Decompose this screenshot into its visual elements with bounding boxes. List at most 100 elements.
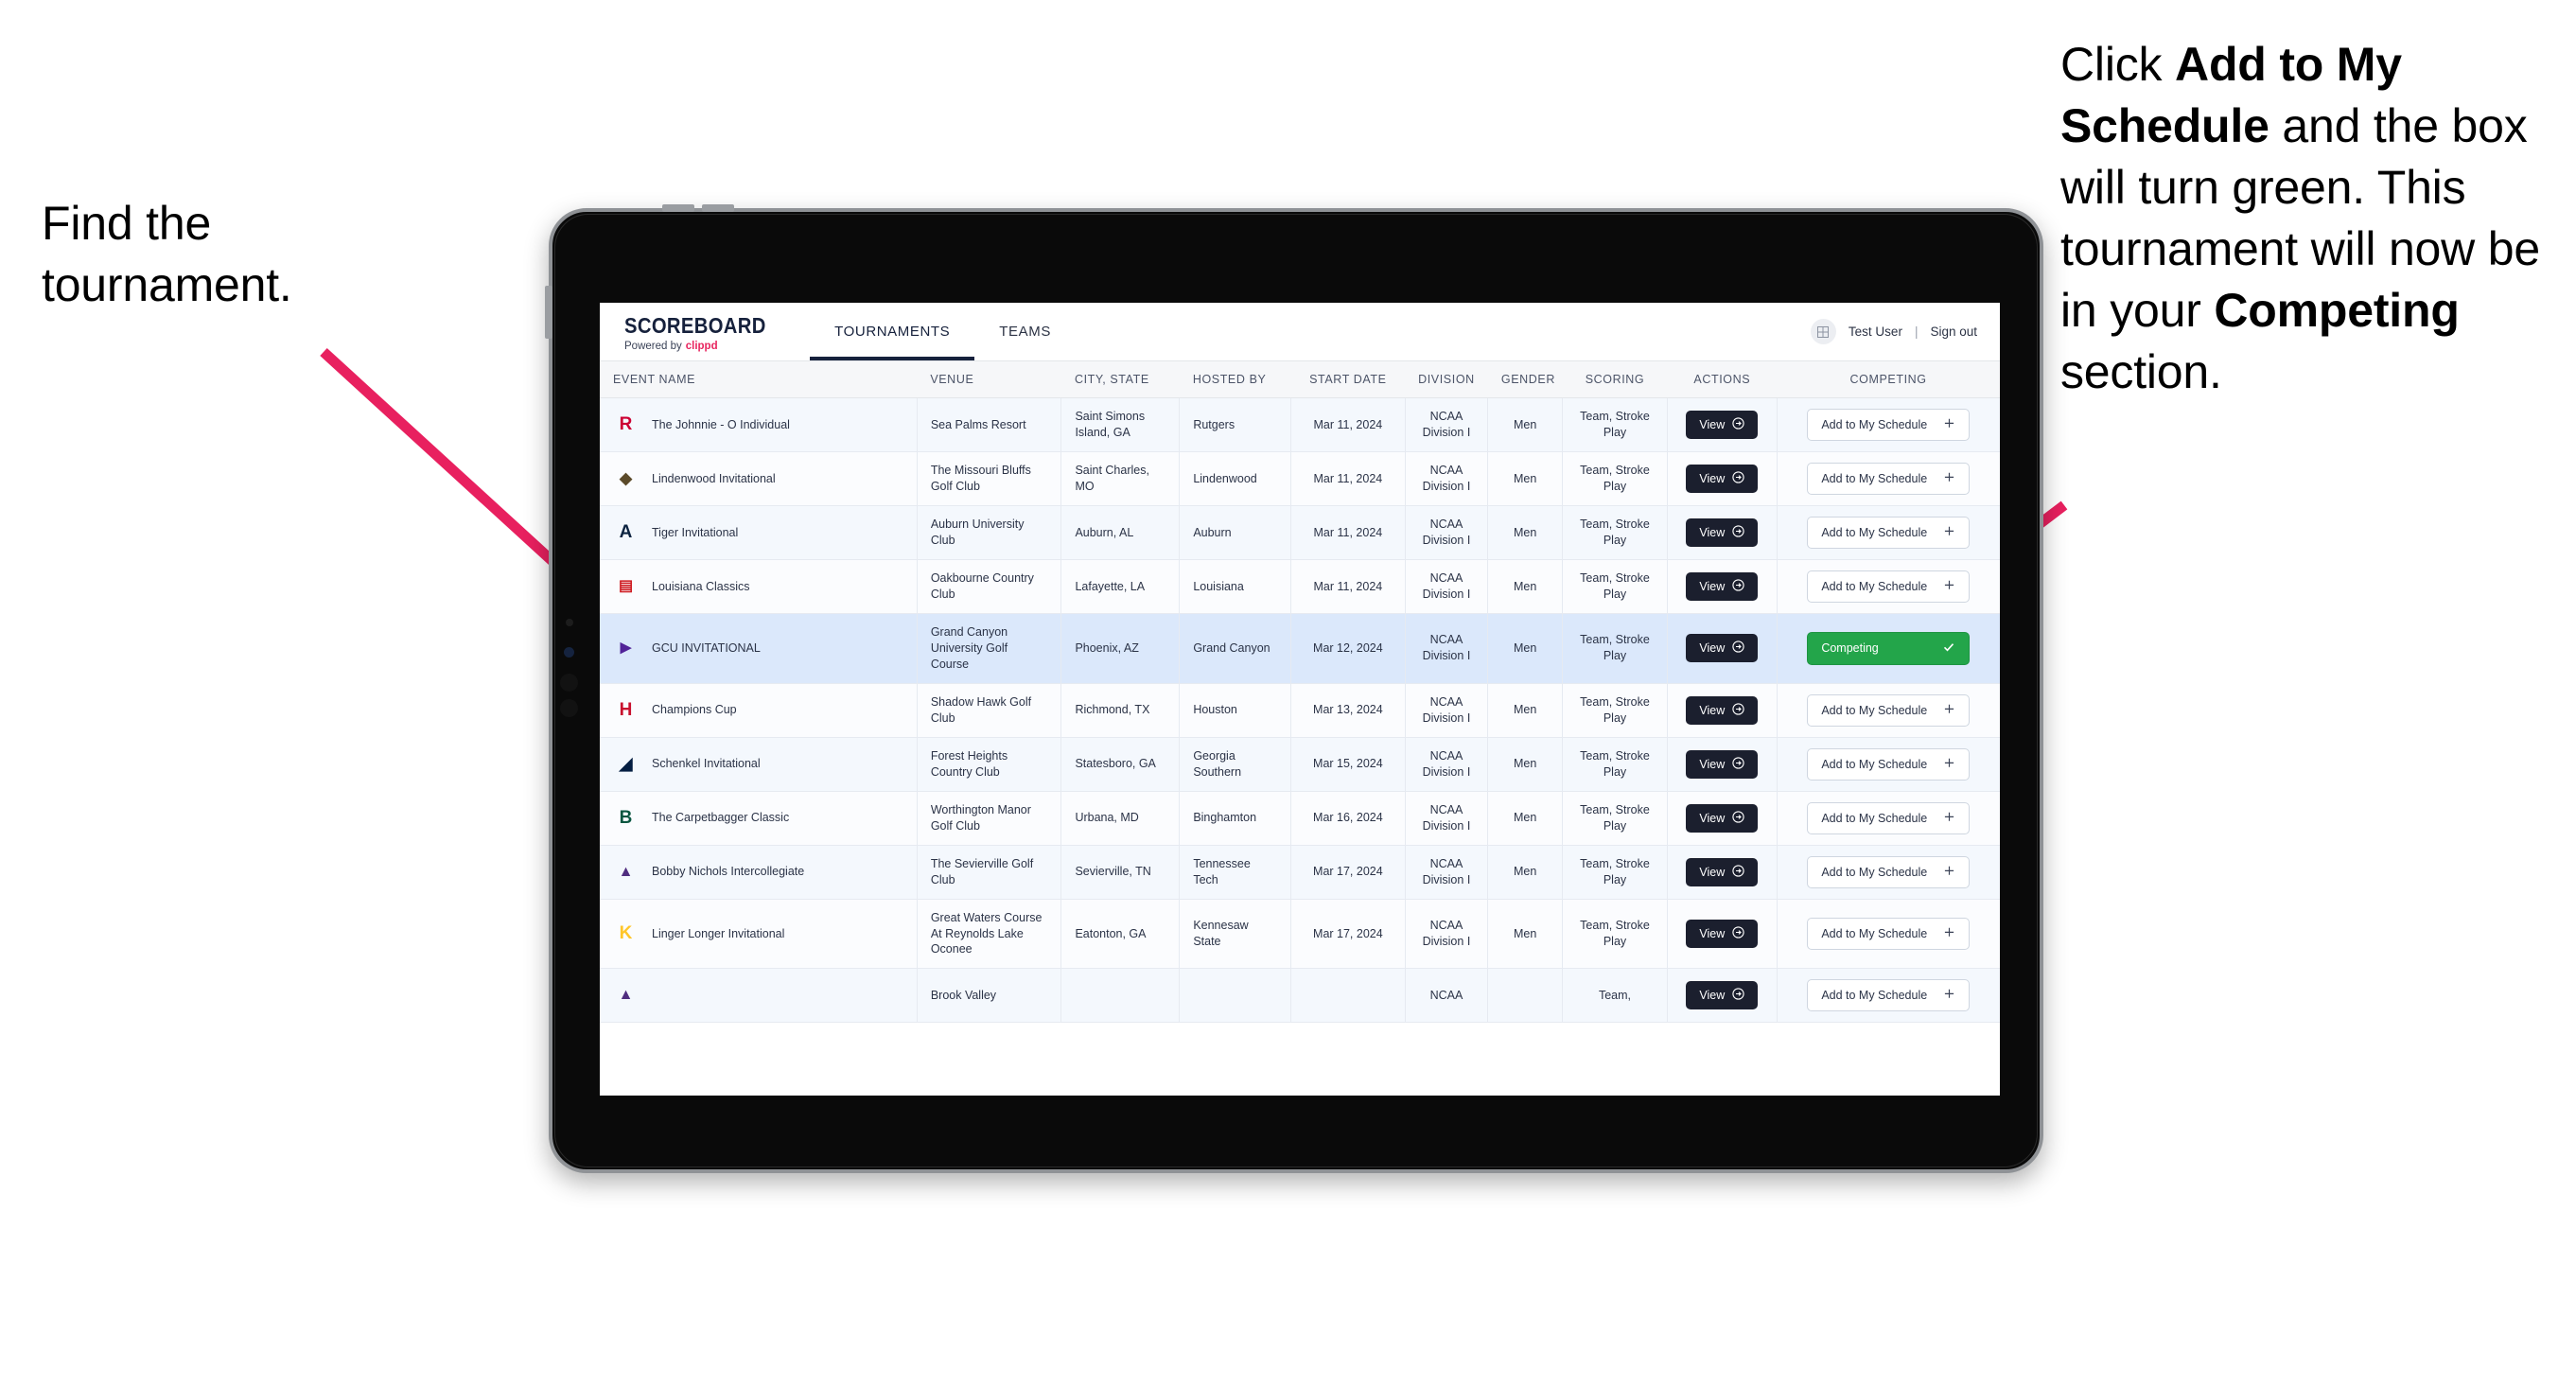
- view-button[interactable]: View: [1686, 749, 1759, 779]
- add-to-my-schedule-button[interactable]: Add to My Schedule: [1807, 979, 1971, 1012]
- cell-venue: The Missouri Bluffs Golf Club: [917, 451, 1062, 506]
- volume-down-button[interactable]: [702, 204, 734, 212]
- cell-actions: View: [1667, 968, 1778, 1024]
- table-row[interactable]: ◆ Lindenwood Invitational The Missouri Blu…: [600, 451, 2000, 506]
- user-menu: Test User | Sign out: [1810, 303, 2000, 360]
- column-header-scoring[interactable]: SCORING: [1562, 361, 1668, 398]
- view-button[interactable]: View: [1686, 803, 1759, 833]
- arrow-right-circle-icon: [1732, 640, 1744, 656]
- cell-actions: View: [1667, 397, 1778, 452]
- cell-division: NCAA Division I: [1405, 559, 1489, 614]
- column-header-actions[interactable]: ACTIONS: [1667, 361, 1778, 398]
- view-button[interactable]: View: [1686, 634, 1759, 663]
- cell-event-name: R The Johnnie - O Individual: [600, 397, 918, 452]
- cell-gender: Men: [1487, 737, 1563, 792]
- table-row[interactable]: K Linger Longer Invitational Great Waters …: [600, 899, 2000, 970]
- column-header-division[interactable]: DIVISION: [1405, 361, 1488, 398]
- column-header-city-state[interactable]: CITY, STATE: [1060, 361, 1180, 398]
- view-button[interactable]: View: [1686, 572, 1759, 601]
- add-to-my-schedule-button[interactable]: Add to My Schedule: [1807, 747, 1971, 781]
- add-to-my-schedule-button[interactable]: Add to My Schedule: [1807, 463, 1971, 495]
- arrow-right-circle-icon: [1732, 988, 1744, 1003]
- tab-tournaments[interactable]: TOURNAMENTS: [810, 303, 975, 360]
- speaker-dot-2: [560, 699, 578, 717]
- power-button[interactable]: [545, 286, 552, 339]
- add-to-my-schedule-button[interactable]: Add to My Schedule: [1807, 517, 1971, 549]
- table-row[interactable]: ▲ Brook Valley NCAA Team, View Add to My Sche…: [600, 968, 2000, 1024]
- table-row[interactable]: B The Carpetbagger Classic Worthington Man…: [600, 791, 2000, 846]
- cell-competing: Add to My Schedule: [1777, 968, 2000, 1024]
- tennessee-tech-eagle-logo: ▲: [618, 863, 634, 880]
- volume-up-button[interactable]: [662, 204, 694, 212]
- cell-start-date: Mar 11, 2024: [1290, 397, 1406, 452]
- table-row[interactable]: ◢ Schenkel Invitational Forest Heights Cou…: [600, 737, 2000, 792]
- brand-logo[interactable]: SCOREBOARD Powered by clippd: [600, 303, 810, 360]
- cell-scoring: Team, Stroke Play: [1562, 397, 1668, 452]
- binghamton-b-logo: B: [619, 807, 633, 828]
- column-header-start-date[interactable]: START DATE: [1290, 361, 1405, 398]
- cell-city-state: Lafayette, LA: [1060, 559, 1181, 614]
- cell-city-state: Auburn, AL: [1060, 505, 1181, 560]
- event-name-label: Tiger Invitational: [652, 525, 739, 539]
- column-header-gender[interactable]: GENDER: [1487, 361, 1563, 398]
- cell-gender: Men: [1487, 683, 1563, 738]
- sign-out-link[interactable]: Sign out: [1930, 325, 1977, 339]
- plus-icon: [1943, 417, 1955, 432]
- view-button-label: View: [1699, 926, 1726, 940]
- table-body: R The Johnnie - O Individual Sea Palms Res…: [600, 397, 2000, 1024]
- add-to-my-schedule-button[interactable]: Add to My Schedule: [1807, 409, 1971, 441]
- view-button[interactable]: View: [1686, 981, 1759, 1010]
- cell-gender: Men: [1487, 791, 1563, 846]
- add-to-my-schedule-button[interactable]: Add to My Schedule: [1807, 801, 1971, 834]
- view-button[interactable]: View: [1686, 518, 1759, 547]
- cell-division: NCAA Division I: [1405, 505, 1489, 560]
- view-button[interactable]: View: [1686, 695, 1759, 725]
- cell-gender: Men: [1487, 397, 1563, 452]
- cell-actions: View: [1667, 899, 1778, 970]
- cell-scoring: Team, Stroke Play: [1562, 505, 1668, 560]
- column-header-venue[interactable]: VENUE: [917, 361, 1061, 398]
- table-row[interactable]: R The Johnnie - O Individual Sea Palms Res…: [600, 397, 2000, 452]
- rutgers-r-logo: R: [619, 414, 633, 435]
- annotation-find-tournament: Find the tournament.: [42, 193, 448, 316]
- view-button[interactable]: View: [1686, 411, 1759, 439]
- tournaments-table-container[interactable]: EVENT NAME VENUE CITY, STATE HOSTED BY START…: [600, 361, 2000, 1096]
- cell-competing: Add to My Schedule: [1777, 451, 2000, 506]
- event-name-label: Champions Cup: [652, 703, 737, 717]
- view-button[interactable]: View: [1686, 465, 1759, 493]
- column-header-competing[interactable]: COMPETING: [1777, 361, 2000, 398]
- view-button[interactable]: View: [1686, 857, 1759, 886]
- cell-venue: Auburn University Club: [917, 505, 1062, 560]
- cell-start-date: Mar 11, 2024: [1290, 559, 1406, 614]
- competing-button[interactable]: Competing: [1807, 631, 1971, 665]
- cell-gender: Men: [1487, 845, 1563, 900]
- add-to-my-schedule-button[interactable]: Add to My Schedule: [1807, 570, 1971, 603]
- table-row[interactable]: H Champions Cup Shadow Hawk Golf Club Richm…: [600, 683, 2000, 738]
- grand-canyon-lope-logo: ▶: [620, 640, 632, 657]
- column-header-event-name[interactable]: EVENT NAME: [600, 361, 918, 398]
- add-to-my-schedule-button[interactable]: Add to My Schedule: [1807, 855, 1971, 888]
- tab-teams[interactable]: TEAMS: [974, 303, 1076, 360]
- table-row[interactable]: ▶ GCU INVITATIONAL Grand Canyon University…: [600, 613, 2000, 684]
- cell-gender: Men: [1487, 451, 1563, 506]
- column-header-hosted-by[interactable]: HOSTED BY: [1179, 361, 1291, 398]
- cell-venue: Oakbourne Country Club: [917, 559, 1062, 614]
- cell-venue: Brook Valley: [917, 968, 1062, 1024]
- table-row[interactable]: ▲ Bobby Nichols Intercollegiate The Sevier…: [600, 845, 2000, 900]
- plus-icon: [1943, 525, 1955, 540]
- add-to-my-schedule-button[interactable]: Add to My Schedule: [1807, 917, 1971, 950]
- user-name[interactable]: Test User: [1849, 325, 1902, 339]
- grid-icon[interactable]: [1810, 319, 1836, 344]
- table-row[interactable]: ▤ Louisiana Classics Oakbourne Country Clu…: [600, 559, 2000, 614]
- cell-scoring: Team, Stroke Play: [1562, 845, 1668, 900]
- view-button[interactable]: View: [1686, 919, 1759, 948]
- table-row[interactable]: A Tiger Invitational Auburn University Clu…: [600, 505, 2000, 560]
- cell-event-name: ▲: [600, 968, 918, 1024]
- cell-competing: Add to My Schedule: [1777, 397, 2000, 452]
- cell-division: NCAA Division I: [1405, 845, 1489, 900]
- view-button-label: View: [1699, 989, 1726, 1003]
- cell-venue: Grand Canyon University Golf Course: [917, 613, 1062, 684]
- table-header-row: EVENT NAME VENUE CITY, STATE HOSTED BY START…: [600, 361, 2000, 398]
- cell-hosted-by: Kennesaw State: [1179, 899, 1292, 970]
- add-to-my-schedule-button[interactable]: Add to My Schedule: [1807, 693, 1971, 727]
